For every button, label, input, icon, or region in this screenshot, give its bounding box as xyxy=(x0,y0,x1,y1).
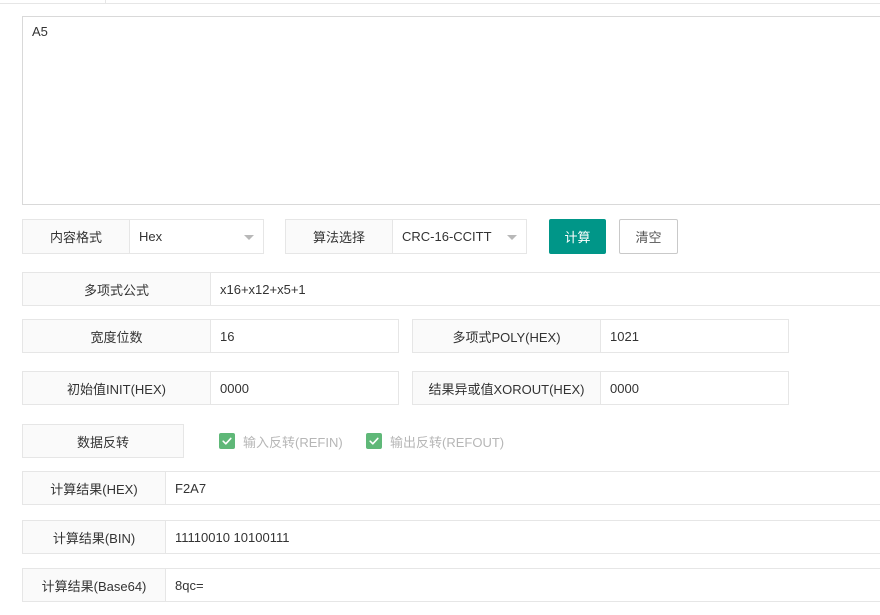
init-field[interactable]: 0000 xyxy=(211,371,399,405)
chevron-down-icon xyxy=(507,234,517,240)
result-hex-field[interactable]: F2A7 xyxy=(166,471,880,505)
xorout-label: 结果异或值XOROUT(HEX) xyxy=(412,371,601,405)
active-tab-fragment[interactable] xyxy=(22,0,106,4)
input-textarea[interactable]: A5 xyxy=(22,16,880,205)
width-field[interactable]: 16 xyxy=(211,319,399,353)
format-select[interactable]: Hex xyxy=(130,219,264,254)
polynomial-label: 多项式公式 xyxy=(22,272,211,306)
refout-checkbox[interactable]: 输出反转(REFOUT) xyxy=(366,432,504,450)
poly-hex-label: 多项式POLY(HEX) xyxy=(412,319,601,353)
format-select-value: Hex xyxy=(139,229,163,244)
checkmark-icon xyxy=(219,433,235,449)
result-bin-label: 计算结果(BIN) xyxy=(22,520,166,554)
poly-hex-field[interactable]: 1021 xyxy=(601,319,789,353)
calculate-button[interactable]: 计算 xyxy=(549,219,606,254)
format-label: 内容格式 xyxy=(22,219,130,254)
tab-bar-border xyxy=(0,0,880,4)
polynomial-field[interactable]: x16+x12+x5+1 xyxy=(211,272,880,306)
result-base64-field[interactable]: 8qc= xyxy=(166,568,880,602)
width-label: 宽度位数 xyxy=(22,319,211,353)
clear-button[interactable]: 清空 xyxy=(619,219,678,254)
checkmark-icon xyxy=(366,433,382,449)
init-label: 初始值INIT(HEX) xyxy=(22,371,211,405)
algorithm-label: 算法选择 xyxy=(285,219,393,254)
xorout-field[interactable]: 0000 xyxy=(601,371,789,405)
refout-label: 输出反转(REFOUT) xyxy=(390,434,505,450)
refin-label: 输入反转(REFIN) xyxy=(243,434,343,450)
result-base64-label: 计算结果(Base64) xyxy=(22,568,166,602)
reflect-label: 数据反转 xyxy=(22,424,184,458)
result-bin-field[interactable]: 11110010 10100111 xyxy=(166,520,880,554)
result-hex-label: 计算结果(HEX) xyxy=(22,471,166,505)
chevron-down-icon xyxy=(244,234,254,240)
algorithm-select[interactable]: CRC-16-CCITT xyxy=(393,219,527,254)
refin-checkbox[interactable]: 输入反转(REFIN) xyxy=(219,432,343,450)
algorithm-select-value: CRC-16-CCITT xyxy=(402,229,492,244)
